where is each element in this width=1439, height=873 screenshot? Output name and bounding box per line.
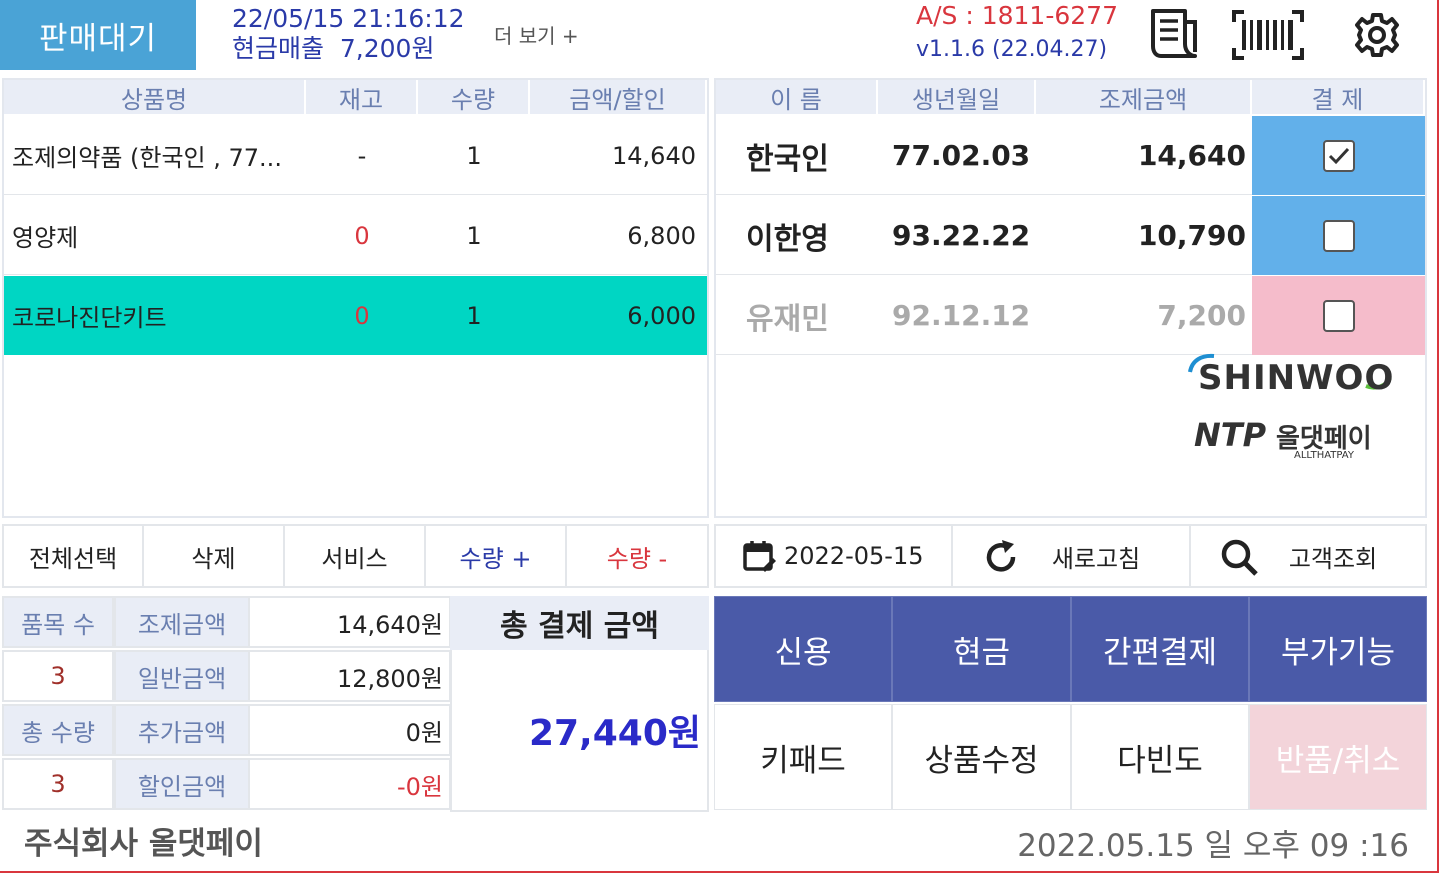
search-icon (1221, 539, 1258, 576)
patient-birth: 92.12.12 (892, 299, 1031, 332)
sales-status-badge[interactable]: 판매대기 (0, 0, 196, 70)
patients-header-name: 이 름 (716, 80, 878, 114)
item-qty: 1 (466, 221, 482, 250)
discount-amount-label: 할인금액 (114, 758, 250, 810)
patients-table: 이 름 생년월일 조제금액 결 제 한국인 77.02.03 14,640 이한… (714, 78, 1427, 518)
item-name: 조제의약품 (한국인 , 77... (12, 144, 282, 172)
patient-amount: 14,640 (1137, 139, 1246, 172)
calendar-icon (743, 541, 776, 572)
items-header-amount: 금액/할인 (530, 80, 707, 114)
item-count-value: 3 (2, 650, 114, 702)
general-amount-value: 12,800원 (248, 650, 451, 702)
allthatpay-en: ALLTHATPAY (1294, 450, 1354, 461)
ntp-mark: NTP (1194, 416, 1267, 454)
items-header-name: 상품명 (4, 80, 306, 114)
item-stock: - (357, 141, 367, 170)
date-picker-button[interactable]: 2022-05-15 (714, 524, 953, 588)
total-amount: 27,440원 (450, 650, 709, 812)
top-header: 판매대기 22/05/15 21:16:12 현금매출 7,200원 더 보기 … (0, 0, 1439, 72)
table-row[interactable]: 조제의약품 (한국인 , 77... - 1 14,640 (4, 116, 707, 195)
pay-cell (1252, 196, 1425, 275)
item-qty: 1 (466, 301, 482, 330)
item-qty: 1 (466, 141, 482, 170)
item-name: 코로나진단키트 (12, 304, 167, 332)
gear-icon[interactable] (1350, 8, 1404, 62)
refresh-label: 새로고침 (1051, 544, 1141, 573)
item-amount: 14,640 (612, 141, 696, 170)
table-row[interactable]: 유재민 92.12.12 7,200 (716, 276, 1425, 355)
keypad-button[interactable]: 키패드 (714, 704, 892, 810)
delete-button[interactable]: 삭제 (142, 524, 285, 588)
header-datetime: 22/05/15 21:16:12 (232, 4, 465, 33)
item-stock: 0 (354, 221, 370, 250)
refund-cancel-button[interactable]: 반품/취소 (1249, 704, 1427, 810)
footer-datetime: 2022.05.15 일 오후 09 :16 (1017, 828, 1409, 864)
items-table: 상품명 재고 수량 금액/할인 조제의약품 (한국인 , 77... - 1 1… (2, 78, 709, 518)
pay-checkbox[interactable] (1322, 139, 1355, 172)
patient-name: 이한영 (746, 221, 829, 257)
patient-name: 한국인 (746, 141, 829, 177)
customer-lookup-button[interactable]: 고객조회 (1189, 524, 1427, 588)
general-amount-label: 일반금액 (114, 650, 250, 702)
barcode-icon[interactable] (1228, 6, 1308, 64)
shinwoo-logo: SHINWOO (1186, 350, 1396, 410)
patient-birth: 77.02.03 (892, 139, 1031, 172)
refresh-button[interactable]: 새로고침 (951, 524, 1191, 588)
cash-sales-summary: 현금매출 7,200원 (232, 34, 435, 63)
patient-amount: 7,200 (1157, 299, 1246, 332)
service-button[interactable]: 서비스 (283, 524, 426, 588)
shinwoo-text: SHINWOO (1198, 358, 1395, 398)
as-phone: A/S : 1811-6277 (916, 1, 1118, 30)
easy-pay-button[interactable]: 간편결제 (1071, 596, 1249, 702)
check-icon (1328, 147, 1349, 164)
patient-amount: 10,790 (1137, 219, 1246, 252)
item-amount: 6,800 (627, 221, 696, 250)
patients-header-birth: 생년월일 (878, 80, 1036, 114)
edit-item-button[interactable]: 상품수정 (892, 704, 1071, 810)
pay-cell (1252, 276, 1425, 355)
item-amount: 6,000 (627, 301, 696, 330)
frequent-items-button[interactable]: 다빈도 (1071, 704, 1249, 810)
extra-amount-label: 추가금액 (114, 704, 250, 756)
discount-amount-value: -0원 (248, 758, 451, 810)
allthatpay-logo: NTP 올댓페이 ALLTHATPAY (1194, 416, 1394, 466)
patient-name: 유재민 (746, 301, 829, 337)
qty-plus-button[interactable]: 수량 + (424, 524, 567, 588)
items-header-stock: 재고 (306, 80, 418, 114)
item-count-label: 품목 수 (2, 596, 114, 648)
patients-header-pay: 결 제 (1252, 80, 1425, 114)
extra-amount-value: 0원 (248, 704, 451, 756)
total-qty-value: 3 (2, 758, 114, 810)
pay-checkbox[interactable] (1322, 219, 1355, 252)
receipt-icon[interactable] (1144, 6, 1200, 64)
item-name: 영양제 (12, 224, 79, 252)
rx-amount-label: 조제금액 (114, 596, 250, 648)
extra-functions-button[interactable]: 부가기능 (1249, 596, 1427, 702)
credit-button[interactable]: 신용 (714, 596, 892, 702)
refresh-icon (986, 540, 1016, 572)
pay-checkbox[interactable] (1322, 299, 1355, 332)
select-all-button[interactable]: 전체선택 (2, 524, 144, 588)
cash-button[interactable]: 현금 (892, 596, 1071, 702)
patient-birth: 93.22.22 (892, 219, 1031, 252)
table-row[interactable]: 이한영 93.22.22 10,790 (716, 196, 1425, 275)
lookup-label: 고객조회 (1288, 544, 1378, 573)
company-name: 주식회사 올댓페이 (24, 826, 263, 862)
qty-minus-button[interactable]: 수량 - (565, 524, 709, 588)
total-qty-label: 총 수량 (2, 704, 114, 756)
pay-cell (1252, 116, 1425, 195)
more-button[interactable]: 더 보기 + (494, 20, 579, 49)
patients-header-amount: 조제금액 (1036, 80, 1252, 114)
date-label: 2022-05-15 (784, 542, 924, 570)
table-row-selected[interactable]: 코로나진단키트 0 1 6,000 (4, 276, 707, 355)
total-label: 총 결제 금액 (450, 596, 709, 650)
table-row[interactable]: 한국인 77.02.03 14,640 (716, 116, 1425, 195)
item-stock: 0 (354, 301, 370, 330)
rx-amount-value: 14,640원 (248, 596, 451, 648)
items-header-qty: 수량 (418, 80, 530, 114)
table-row[interactable]: 영양제 0 1 6,800 (4, 196, 707, 275)
app-version: v1.1.6 (22.04.27) (916, 37, 1108, 62)
